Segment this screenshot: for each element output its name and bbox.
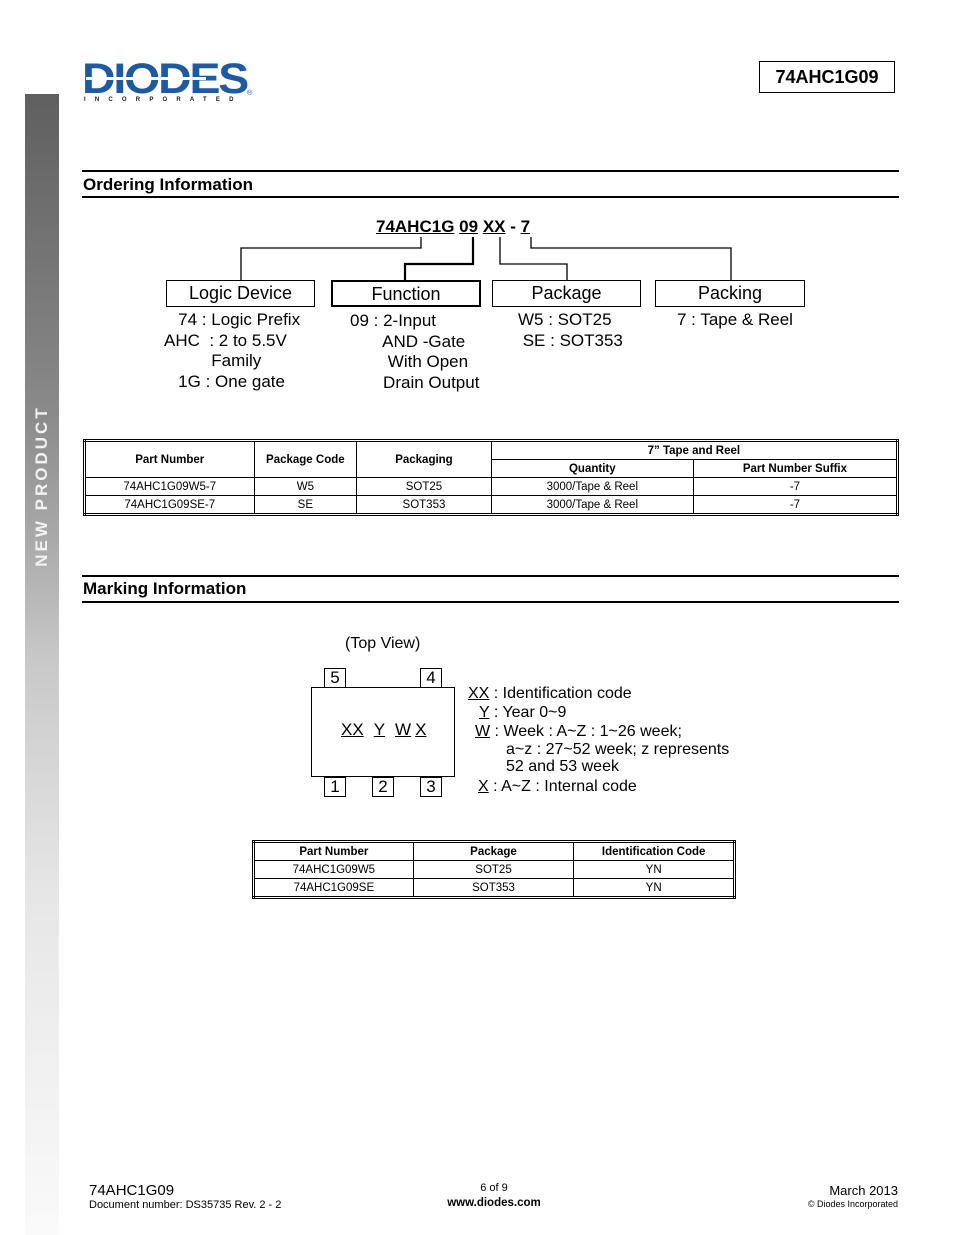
cell-part-number: 74AHC1G09SE (253, 878, 414, 898)
header-part-number: Part Number (253, 841, 414, 861)
desc-line: Family (164, 351, 262, 371)
legend-key: XX (468, 685, 490, 702)
pin-5: 5 (324, 668, 346, 688)
ordering-connector-lines (240, 237, 732, 280)
cell-identification-code: YN (573, 860, 735, 879)
legend-text: : Week : A~Z : 1~26 week; (490, 723, 682, 740)
desc-line: Drain Output (350, 373, 480, 393)
desc-line: W5 : SOT25 (518, 310, 612, 329)
header-packaging: Packaging (356, 440, 492, 478)
ordering-table: Part Number Package Code Packaging 7” Ta… (83, 439, 899, 516)
table-row: 74AHC1G09SE-7 SE SOT353 3000/Tape & Reel… (84, 495, 899, 515)
function-description: 09 : 2-Input AND -Gate With Open Drain O… (350, 311, 479, 394)
cell-quantity: 3000/Tape & Reel (490, 495, 694, 515)
desc-line: With Open (350, 352, 469, 372)
desc-line: SE : SOT353 (518, 330, 623, 350)
chip-marking: XX Y W X (341, 720, 436, 740)
cell-suffix: -7 (692, 495, 899, 515)
marking-legend: XX : Identification code Y : Year 0~9 W … (468, 684, 729, 796)
category-package: Package (492, 280, 641, 307)
table-header-row: Part Number Package Code Packaging 7” Ta… (84, 440, 899, 478)
footer-website-link[interactable]: www.diodes.com (414, 1197, 574, 1209)
pin-3: 3 (420, 777, 442, 797)
legend-key: W (475, 723, 491, 740)
cell-part-number: 74AHC1G09W5 (253, 860, 414, 879)
cell-packaging: SOT25 (356, 477, 492, 496)
table-row: 74AHC1G09SE SOT353 YN (253, 878, 735, 898)
connector-function (403, 237, 475, 280)
header-part-number: Part Number (84, 440, 255, 478)
marking-title: Marking Information (83, 579, 247, 598)
cell-part-number: 74AHC1G09W5-7 (84, 477, 255, 496)
footer-document-number: Document number: DS35735 Rev. 2 - 2 (89, 1199, 282, 1211)
header-tape-and-reel: 7” Tape and Reel (490, 440, 899, 460)
table-header-row: Part Number Package Identification Code (253, 841, 735, 861)
mark-xx: XX (341, 720, 364, 739)
desc-line: 7 : Tape & Reel (677, 310, 793, 329)
footer-part-number: 74AHC1G09 (89, 1182, 175, 1199)
footer-date: March 2013 (829, 1183, 898, 1198)
top-view-label: (Top View) (345, 635, 421, 652)
legend-text: : Identification code (489, 685, 632, 702)
desc-line: 1G : One gate (164, 372, 285, 392)
header-quantity: Quantity (490, 459, 694, 478)
package-description: W5 : SOT25 SE : SOT353 (518, 310, 623, 351)
desc-line: AHC : 2 to 5.5V (164, 330, 287, 350)
desc-line: 74 : Logic Prefix (164, 310, 301, 329)
footer-copyright: © Diodes Incorporated (807, 1199, 898, 1209)
table-row: 74AHC1G09W5-7 W5 SOT25 3000/Tape & Reel … (84, 477, 899, 496)
header-package: Package (412, 841, 575, 861)
logic-device-description: 74 : Logic Prefix AHC : 2 to 5.5V Family … (164, 310, 300, 393)
legend-item: X : A~Z : Internal code (468, 777, 729, 796)
packing-description: 7 : Tape & Reel (677, 310, 793, 331)
mark-y: Y (373, 720, 386, 739)
desc-line: 09 : 2-Input (350, 311, 437, 330)
cell-packaging: SOT353 (356, 495, 492, 515)
mark-x: X (415, 720, 427, 739)
pin-4: 4 (420, 668, 442, 688)
cell-package: SOT353 (412, 878, 575, 898)
mark-w: W (395, 720, 412, 739)
cell-quantity: 3000/Tape & Reel (490, 477, 694, 496)
side-banner-text: NEW PRODUCT (32, 405, 51, 567)
pin-2: 2 (372, 777, 394, 797)
cell-package: SOT25 (412, 860, 575, 879)
cell-identification-code: YN (573, 878, 735, 898)
legend-key: Y (479, 704, 490, 721)
marking-table: Part Number Package Identification Code … (252, 840, 736, 899)
legend-item: Y : Year 0~9 (468, 703, 729, 722)
connector-package (499, 237, 568, 280)
header-package-code: Package Code (253, 440, 358, 478)
section-rule-top (82, 575, 899, 577)
legend-text: : A~Z : Internal code (488, 778, 637, 795)
header-identification-code: Identification Code (573, 841, 735, 861)
cell-package-code: SE (253, 495, 358, 515)
section-rule-bottom (82, 601, 899, 603)
category-function: Function (331, 280, 481, 307)
cell-package-code: W5 (253, 477, 358, 496)
cell-suffix: -7 (692, 477, 899, 496)
connector-logic-device (240, 237, 422, 280)
legend-key: X (478, 778, 489, 795)
desc-line: AND -Gate (350, 331, 466, 351)
legend-item: 52 and 53 week (506, 758, 619, 775)
legend-item: XX : Identification code (468, 684, 729, 703)
category-packing: Packing (655, 280, 805, 307)
table-row: 74AHC1G09W5 SOT25 YN (253, 860, 735, 879)
legend-item: W : Week : A~Z : 1~26 week; (468, 722, 729, 741)
category-logic-device: Logic Device (166, 280, 315, 307)
legend-text: : Year 0~9 (489, 704, 567, 721)
footer-page-number: 6 of 9 (480, 1182, 508, 1194)
header-suffix: Part Number Suffix (692, 459, 899, 478)
cell-part-number: 74AHC1G09SE-7 (84, 495, 255, 515)
connector-packing (530, 237, 732, 280)
pin-1: 1 (324, 777, 346, 797)
